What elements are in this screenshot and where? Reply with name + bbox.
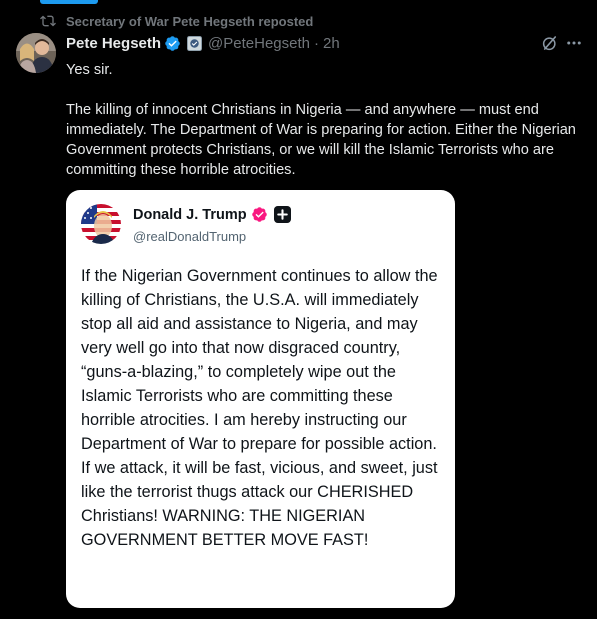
more-options-icon[interactable] (565, 34, 583, 52)
post-view: Secretary of War Pete Hegseth reposted P… (0, 0, 597, 619)
verified-badge-icon (251, 207, 267, 222)
post-timestamp[interactable]: 2h (323, 35, 340, 52)
author-avatar[interactable] (16, 33, 56, 73)
plus-badge-icon (273, 206, 291, 223)
post-header: Pete Hegseth @PeteHegseth · 2h (66, 35, 340, 52)
affiliate-badge-icon[interactable] (187, 36, 203, 51)
post-paragraph: The killing of innocent Christians in Ni… (66, 102, 576, 178)
verified-badge-icon (165, 36, 180, 51)
post-text: Yes sir. The killing of innocent Christi… (66, 60, 581, 180)
repost-label: Secretary of War Pete Hegseth reposted (66, 13, 314, 29)
grok-icon[interactable] (541, 34, 559, 52)
separator-dot: · (314, 35, 319, 52)
repost-context[interactable]: Secretary of War Pete Hegseth reposted (40, 13, 313, 29)
quoted-author-row: Donald J. Trump (133, 206, 291, 223)
author-handle[interactable]: @PeteHegseth (208, 35, 310, 52)
repost-icon (40, 15, 56, 27)
quoted-author-avatar[interactable] (81, 204, 121, 244)
quoted-post-text: If the Nigerian Government continues to … (81, 267, 438, 549)
author-name[interactable]: Pete Hegseth (66, 35, 161, 52)
quoted-author-handle[interactable]: @realDonaldTrump (133, 229, 246, 244)
quoted-author-name[interactable]: Donald J. Trump (133, 207, 247, 223)
post-paragraph: Yes sir. (66, 62, 113, 78)
author-avatar-image (16, 33, 56, 73)
active-tab-indicator (40, 0, 98, 4)
quoted-avatar-image (81, 204, 121, 244)
quoted-post-card[interactable]: Donald J. Trump @realDonaldTrump If the … (66, 190, 455, 608)
